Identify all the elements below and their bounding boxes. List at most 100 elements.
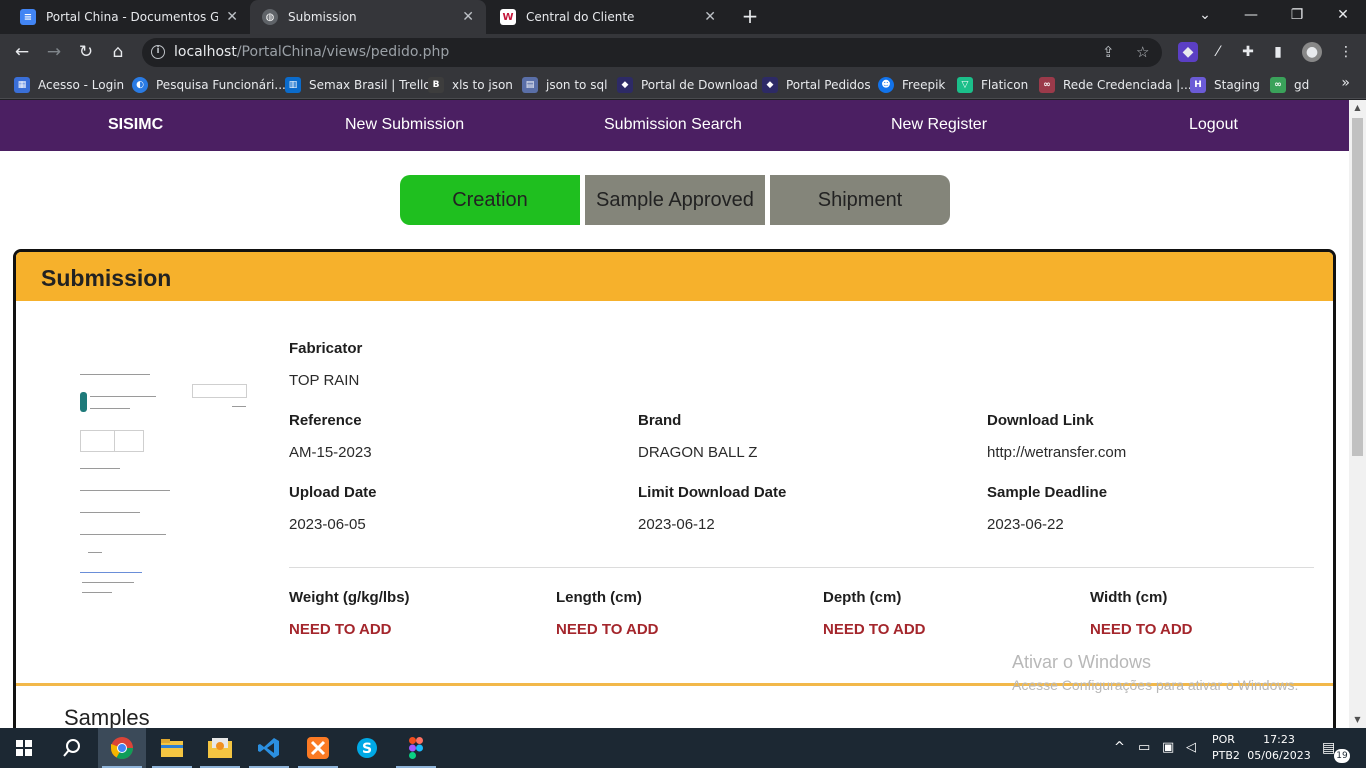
bookmarks-overflow-icon[interactable]: » [1341,75,1350,91]
address-bar[interactable]: i localhost/PortalChina/views/pedido.php… [142,38,1162,67]
google-docs-icon: ≡ [20,9,36,25]
system-clock[interactable]: 17:23 05/06/2023 [1246,732,1312,764]
depth-value: NEED TO ADD [823,621,926,638]
document-thumbnail-image[interactable] [74,362,249,607]
search-icon[interactable] [48,728,96,768]
brand-label: Brand [638,412,682,429]
flaticon-icon: ▽ [957,77,973,93]
extension-badge-icon[interactable]: ◆ [1178,42,1198,62]
minimize-icon[interactable]: — [1228,0,1274,30]
bookmark-item[interactable]: ▦ Acesso - Login [14,76,124,94]
limit-download-value: 2023-06-12 [638,516,715,533]
tab-title: Central do Cliente [526,10,635,24]
bookmark-item[interactable]: H Staging [1190,76,1260,94]
chrome-taskbar-icon[interactable] [98,728,146,768]
bookmark-item[interactable]: ◐ Pesquisa Funcionári... [132,76,286,94]
bookmark-label: gd [1294,78,1310,92]
nav-new-register[interactable]: New Register [891,116,987,134]
site-info-icon[interactable]: i [151,45,165,59]
trello-icon: ▥ [285,77,301,93]
new-tab-button[interactable]: + [738,4,762,28]
xampp-icon[interactable] [294,728,342,768]
input-language-indicator[interactable]: POR PTB2 [1212,732,1240,764]
step-shipment[interactable]: Shipment [770,175,950,225]
apps-grid-icon: ▦ [14,77,30,93]
close-icon[interactable]: ✕ [226,9,238,25]
bookmark-star-icon[interactable]: ☆ [1136,43,1149,61]
profile-avatar[interactable]: ● [1302,42,1322,62]
language-code: POR [1212,733,1235,746]
upload-date-value: 2023-06-05 [289,516,366,533]
back-icon[interactable]: ← [10,40,34,64]
share-icon[interactable]: ⇪ [1102,43,1115,61]
nav-submission-search[interactable]: Submission Search [604,116,742,134]
step-creation[interactable]: Creation [400,175,580,225]
figma-icon[interactable] [392,728,440,768]
tray-chevron-up-icon[interactable]: ^ [1114,728,1132,768]
portal-icon: ◆ [617,77,633,93]
bookmark-label: Acesso - Login [38,78,125,92]
scrollbar-thumb[interactable] [1352,118,1363,456]
nav-new-submission[interactable]: New Submission [345,116,464,134]
extensions-puzzle-icon[interactable]: ✚ [1238,42,1258,62]
bt-icon: B [428,77,444,93]
skype-icon[interactable]: S [343,728,391,768]
file-explorer-icon[interactable] [148,728,196,768]
clock-time: 17:23 [1263,733,1295,746]
bookmark-item[interactable]: ▽ Flaticon [957,76,1028,94]
battery-icon[interactable]: ▭ [1138,728,1156,768]
bookmark-label: Flaticon [981,78,1029,92]
bookmark-item[interactable]: ▥ Semax Brasil | Trello [285,76,431,94]
bookmark-item[interactable]: Bxls to json [428,76,513,94]
fabricator-label: Fabricator [289,340,363,357]
notification-center-icon[interactable]: ▤ 19 [1322,728,1352,768]
weight-value: NEED TO ADD [289,621,392,638]
nav-logout[interactable]: Logout [1189,116,1238,134]
browser-tab-central[interactable]: W Central do Cliente ✕ [488,0,728,34]
bookmark-item[interactable]: ▤ json to sql [522,76,607,94]
forward-icon[interactable]: → [42,40,66,64]
bookmark-label: Semax Brasil | Trello [309,78,431,92]
side-panel-icon[interactable]: ▮ [1268,42,1288,62]
bookmark-item[interactable]: ◆ Portal Pedidos [762,76,871,94]
window-close-icon[interactable]: ✕ [1320,0,1366,30]
home-icon[interactable]: ⌂ [106,40,130,64]
bookmark-item[interactable]: ☻ Freepik [878,76,945,94]
reload-icon[interactable]: ↻ [74,40,98,64]
close-icon[interactable]: ✕ [462,9,474,25]
bookmark-item[interactable]: ◆ Portal de Download [617,76,758,94]
bookmark-item[interactable]: ∞ Rede Credenciada |... [1039,76,1192,94]
restore-icon[interactable]: ❐ [1274,0,1320,30]
windows-start-icon[interactable] [0,728,48,768]
wand-extension-icon[interactable]: ⁄ [1208,42,1228,62]
bookmark-label: Portal Pedidos [786,78,871,92]
step-sample-approved[interactable]: Sample Approved [585,175,765,225]
card-header: Submission [16,252,1333,301]
volume-muted-icon[interactable]: ◁ [1186,728,1204,768]
bookmark-label: json to sql [546,78,608,92]
gd-icon: ∞ [1270,77,1286,93]
bookmark-label: xls to json [452,78,513,92]
menu-kebab-icon[interactable]: ⋮ [1336,42,1356,62]
fabricator-value: TOP RAIN [289,372,360,389]
scroll-up-icon[interactable]: ▲ [1349,100,1366,116]
network-tray-icon[interactable]: ▣ [1162,728,1180,768]
browser-tab-docs[interactable]: ≡ Portal China - Documentos Goog ✕ [8,0,250,34]
page-scrollbar[interactable]: ▲ ▼ [1349,100,1366,728]
watermark-line2: Acesse Configurações para ativar o Windo… [1012,677,1299,693]
clock-date: 05/06/2023 [1247,749,1311,762]
freepik-icon: ☻ [878,77,894,93]
tab-search-icon[interactable]: ⌄ [1182,0,1228,30]
outlook-folder-icon[interactable] [196,728,244,768]
vscode-icon[interactable] [245,728,293,768]
close-icon[interactable]: ✕ [704,9,716,25]
windows-activation-watermark: Ativar o Windows Acesse Configurações pa… [1012,652,1298,693]
w-logo-icon: W [500,9,516,25]
browser-tab-submission[interactable]: ◍ Submission ✕ [250,0,486,34]
weight-label: Weight (g/kg/lbs) [289,589,410,606]
bookmark-item[interactable]: ∞ gd [1270,76,1309,94]
brand-link[interactable]: SISIMC [108,116,163,134]
page-viewport: SISIMC New Submission Submission Search … [0,100,1366,728]
scroll-down-icon[interactable]: ▼ [1349,712,1366,728]
download-link-value[interactable]: http://wetransfer.com [987,444,1126,461]
